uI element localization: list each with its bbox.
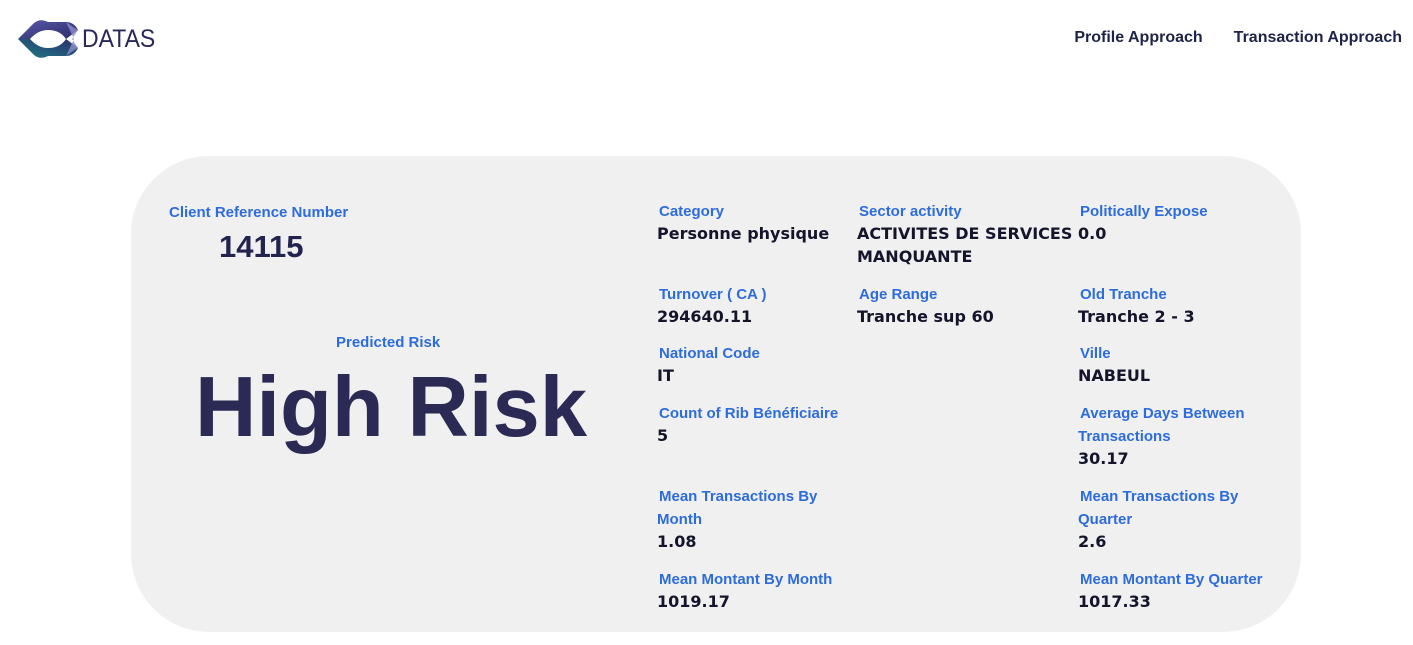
mean-montant-quarter-label: Mean Montant By Quarter bbox=[1080, 571, 1263, 588]
mean-montant-month-value: 1019.17 bbox=[657, 592, 730, 611]
mean-tx-month-label-2: Month bbox=[657, 511, 702, 528]
count-rib-label: Count of Rib Bénéficiaire bbox=[659, 405, 839, 422]
nav-profile-approach[interactable]: Profile Approach bbox=[1074, 29, 1202, 47]
mean-tx-quarter-label-1: Mean Transactions By bbox=[1080, 488, 1239, 505]
sector-activity-value-2: MANQUANTE bbox=[857, 247, 973, 266]
client-reference-value: 14115 bbox=[219, 229, 304, 264]
age-range-label: Age Range bbox=[859, 286, 938, 303]
mean-montant-quarter-value: 1017.33 bbox=[1078, 592, 1151, 611]
mean-tx-month-value: 1.08 bbox=[657, 532, 697, 551]
ville-label: Ville bbox=[1080, 345, 1111, 362]
datas-logo-icon bbox=[18, 20, 78, 58]
national-code-label: National Code bbox=[659, 345, 760, 362]
logo-text: DATAS bbox=[82, 24, 156, 53]
mean-tx-quarter-label-2: Quarter bbox=[1078, 511, 1133, 528]
avg-days-value: 30.17 bbox=[1078, 449, 1129, 468]
client-reference-label: Client Reference Number bbox=[169, 204, 349, 221]
predicted-risk-value: High Risk bbox=[195, 360, 588, 455]
national-code-value: IT bbox=[657, 366, 674, 385]
age-range-value: Tranche sup 60 bbox=[857, 307, 994, 326]
client-risk-card: Client Reference Number 14115 Predicted … bbox=[131, 156, 1301, 632]
avg-days-label-1: Average Days Between bbox=[1080, 405, 1245, 422]
turnover-label: Turnover ( CA ) bbox=[659, 286, 767, 303]
avg-days-label-2: Transactions bbox=[1078, 428, 1171, 445]
predicted-risk-label: Predicted Risk bbox=[336, 334, 441, 351]
politically-expose-label: Politically Expose bbox=[1080, 203, 1208, 220]
old-tranche-value: Tranche 2 - 3 bbox=[1078, 307, 1195, 326]
mean-montant-month-label: Mean Montant By Month bbox=[659, 571, 833, 588]
politically-expose-value: 0.0 bbox=[1078, 224, 1107, 243]
mean-tx-quarter-value: 2.6 bbox=[1078, 532, 1107, 551]
category-value: Personne physique bbox=[657, 224, 830, 243]
category-label: Category bbox=[659, 203, 725, 220]
mean-tx-month-label-1: Mean Transactions By bbox=[659, 488, 818, 505]
nav-transaction-approach[interactable]: Transaction Approach bbox=[1234, 29, 1402, 47]
old-tranche-label: Old Tranche bbox=[1080, 286, 1167, 303]
top-nav: Profile Approach Transaction Approach bbox=[1074, 29, 1402, 47]
count-rib-value: 5 bbox=[657, 426, 669, 445]
turnover-value: 294640.11 bbox=[657, 307, 753, 326]
ville-value: NABEUL bbox=[1078, 366, 1151, 385]
datas-logo[interactable]: DATAS bbox=[16, 18, 162, 60]
sector-activity-label: Sector activity bbox=[859, 203, 962, 220]
sector-activity-value-1: ACTIVITES DE SERVICES bbox=[857, 224, 1073, 243]
